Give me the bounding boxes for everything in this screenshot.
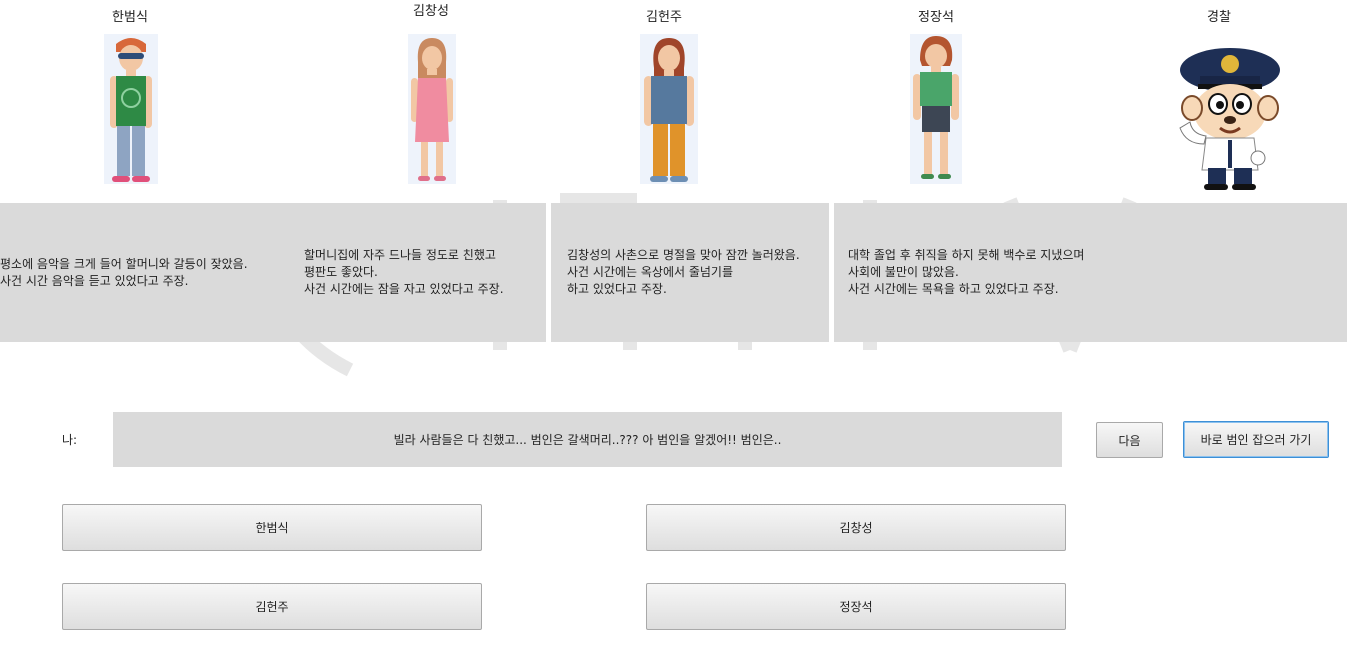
catch-culprit-button[interactable]: 바로 범인 잡으러 가기 [1183,421,1329,458]
dialog-box: 빌라 사람들은 다 친했고... 범인은 갈색머리..??? 아 범인을 알겠어… [113,412,1062,467]
character-avatar-2 [408,34,456,184]
description-text-2: 할머니집에 자주 드나들 정도로 친했고 평판도 좋았다. 사건 시간에는 잠을… [304,248,504,296]
character-name-5: 경찰 [1207,10,1231,25]
character-avatar-3 [640,34,698,184]
character-name-1: 한범식 [112,10,148,25]
police-mascot-icon [1179,48,1280,190]
choice-button-2[interactable]: 김창성 [646,504,1066,551]
dialog-text: 빌라 사람들은 다 친했고... 범인은 갈색머리..??? 아 범인을 알겠어… [393,433,782,447]
description-text-1: 평소에 음악을 크게 들어 할머니와 갈등이 잦았음. 사건 시간 음악을 듣고… [0,257,248,288]
character-avatar-4 [910,34,962,184]
description-text-4: 대학 졸업 후 취직을 하지 못해 백수로 지냈으며 사회에 불만이 많았음. … [848,248,1085,296]
character-name-4: 정장석 [918,10,954,25]
choice-button-3[interactable]: 김헌주 [62,583,482,630]
character-name-3: 김헌주 [646,10,682,25]
character-avatar-1 [104,34,158,184]
speaker-label: 나: [62,433,78,447]
description-text-3: 김창성의 사촌으로 명절을 맞아 잠깐 놀러왔음. 사건 시간에는 옥상에서 줄… [567,248,800,296]
character-name-2: 김창성 [413,4,449,19]
choice-button-1[interactable]: 한범식 [62,504,482,551]
choice-button-4[interactable]: 정장석 [646,583,1066,630]
next-button[interactable]: 다음 [1096,422,1163,458]
